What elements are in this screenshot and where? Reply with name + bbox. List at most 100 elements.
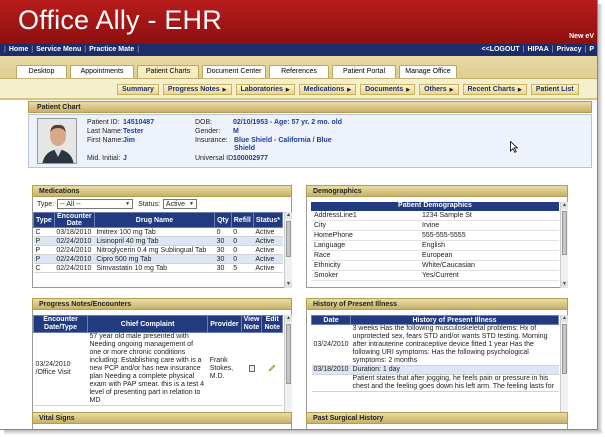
sub-nav-bar: Summary Progress Notes ▶ Laboratories ▶ Me… [0, 78, 597, 98]
medications-header: Medications [32, 185, 292, 197]
tab-patient-portal[interactable]: Patient Portal [332, 65, 396, 78]
scroll-thumb[interactable] [562, 324, 567, 374]
past-surgical-header: Past Surgical History [306, 412, 568, 424]
person-photo-icon [38, 119, 76, 163]
list-item: Race European [311, 251, 559, 261]
tab-manage-office[interactable]: Manage Office [399, 65, 457, 78]
list-item: HomePhone 555-555-5555 [311, 231, 559, 241]
list-item: AddressLine1 1234 Sample St [311, 211, 559, 221]
medications-filter: Type: -- All -- ▼ Status: Active ▼ [37, 199, 197, 209]
patient-first-name: Jim [122, 137, 136, 144]
app-title: Office Ally - EHR [18, 5, 222, 35]
scroll-up-icon[interactable]: ▲ [561, 202, 568, 209]
status-select[interactable]: Active ▼ [162, 199, 197, 209]
tab-references[interactable]: References [269, 65, 329, 78]
hipaa-link[interactable]: HIPAA [527, 46, 548, 53]
patient-dob: 02/10/1953 - Age: 57 yr. 2 mo. old [232, 119, 343, 126]
past-surgical-panel: Past Surgical History [306, 412, 568, 429]
medications-panel: Medications Type: -- All -- ▼ Status: Act… [32, 185, 292, 288]
list-item: Ethnicity White/Caucasian [311, 261, 559, 271]
subnav-laboratories[interactable]: Laboratories ▶ [235, 84, 295, 95]
progress-notes-header: Progress Notes/Encounters [32, 298, 292, 310]
demographics-table-wrap: Patient Demographics AddressLine1 1234 Sa… [311, 202, 568, 288]
hpi-table: Date History of Present Illness 03/24/20… [311, 315, 559, 392]
subnav-patient-list[interactable]: Patient List [530, 84, 579, 95]
patient-mid-initial: J [122, 155, 127, 162]
patient-last-name: Tester [122, 128, 144, 135]
table-row[interactable]: 03/24/2010 3 weeks Has the following mus… [311, 324, 559, 366]
header-note: New eV [569, 33, 594, 40]
type-select[interactable]: -- All -- ▼ [57, 199, 134, 209]
top-nav-left: | Home | Service Menu | Practice Mate | [4, 46, 140, 53]
table-row[interactable]: P 02/24/2010 Nitroglycerin 0.4 mg Sublingu… [33, 245, 283, 255]
p-link[interactable]: P [589, 46, 594, 53]
arrow-right-icon: ▶ [222, 86, 227, 93]
demographics-scrollbar[interactable]: ▲ ▼ [560, 202, 568, 288]
arrow-right-icon: ▶ [449, 86, 454, 93]
sub-nav: Summary Progress Notes ▶ Laboratories ▶ Me… [117, 84, 579, 95]
medications-table: Type Encounter Date Drug Name Qty Refill… [33, 212, 284, 273]
hpi-panel: History of Present Illness Date History … [306, 298, 568, 428]
table-row[interactable]: C 02/24/2010 Simvastatin 10 mg Tab 30 5 Activ… [33, 263, 283, 273]
demographics-table: Patient Demographics AddressLine1 1234 Sa… [311, 202, 559, 281]
scroll-up-icon[interactable]: ▲ [561, 315, 568, 322]
table-row[interactable]: C 03/18/2010 Imitrex 100 mg Tab 0 0 Active [33, 227, 283, 237]
patient-insurance: Blue Shield - California / Blue Shield [234, 137, 332, 152]
table-row[interactable]: 03/18/2010 Duration: 1 day [311, 365, 559, 375]
subnav-summary[interactable]: Summary [117, 84, 159, 95]
nav-home-link[interactable]: Home [9, 46, 28, 53]
privacy-link[interactable]: Privacy [557, 46, 582, 53]
scroll-thumb[interactable] [286, 324, 291, 384]
nav-practice-mate-link[interactable]: Practice Mate [89, 46, 134, 53]
subnav-medications[interactable]: Medications ▶ [298, 84, 357, 95]
chevron-down-icon: ▼ [125, 201, 131, 207]
nav-service-menu-link[interactable]: Service Menu [36, 46, 81, 53]
progress-notes-table: Encounter Date/Type Chief Complaint Prov… [33, 315, 283, 406]
scroll-thumb[interactable] [562, 211, 567, 255]
tab-patient-charts[interactable]: Patient Charts [137, 65, 199, 78]
arrow-right-icon: ▶ [517, 86, 522, 93]
tab-area: Desktop Appointments Patient Charts Docu… [0, 56, 597, 100]
medications-scrollbar[interactable]: ▲ ▼ [284, 212, 292, 288]
subnav-progress-notes[interactable]: Progress Notes ▶ [162, 84, 232, 95]
arrow-right-icon: ▶ [347, 86, 352, 93]
scroll-up-icon[interactable]: ▲ [285, 315, 292, 322]
scroll-up-icon[interactable]: ▲ [285, 212, 292, 219]
table-row[interactable]: 03/24/2010 /Office Visit 57 year old mal… [33, 332, 283, 406]
tab-document-center[interactable]: Document Center [202, 65, 266, 78]
progress-notes-panel: Progress Notes/Encounters Encounter Date… [32, 298, 292, 428]
edit-pencil-icon[interactable] [268, 364, 276, 372]
patient-col-2: DOB: 02/10/1953 - Age: 57 yr. 2 mo. old … [195, 119, 395, 164]
vital-signs-panel: Vital Signs [32, 412, 292, 429]
tab-appointments[interactable]: Appointments [70, 65, 134, 78]
main-tabs: Desktop Appointments Patient Charts Docu… [16, 65, 457, 78]
medications-table-wrap: Type Encounter Date Drug Name Qty Refill… [33, 212, 292, 288]
subnav-recent-charts[interactable]: Recent Charts ▶ [462, 84, 527, 95]
patient-gender: M [232, 128, 239, 135]
patient-col-1: Patient ID: 14510487 Last Name: Tester F… [87, 119, 155, 162]
table-row[interactable]: Patient states that after jogging, he fe… [311, 374, 559, 392]
subnav-documents[interactable]: Documents ▶ [360, 84, 416, 95]
demographics-header: Demographics [306, 185, 568, 197]
subnav-others[interactable]: Others ▶ [419, 84, 459, 95]
view-note-icon[interactable] [248, 364, 255, 372]
patient-info-box: Patient ID: 14510487 Last Name: Tester F… [28, 114, 592, 168]
hpi-header: History of Present Illness [306, 298, 568, 310]
patient-universal-id: 100002977 [232, 155, 268, 162]
arrow-right-icon: ▶ [285, 86, 290, 93]
scroll-down-icon[interactable]: ▼ [285, 281, 292, 288]
top-nav-right: <<LOGOUT | HIPAA | Privacy | P [481, 46, 594, 53]
chevron-down-icon: ▼ [188, 201, 194, 207]
logout-link[interactable]: <<LOGOUT [482, 46, 520, 53]
patient-chart-header: Patient Chart [28, 101, 592, 113]
demographics-panel: Demographics Patient Demographics Addres… [306, 185, 568, 288]
table-row[interactable]: P 02/24/2010 Lisinopril 40 mg Tab 30 0 Active [33, 236, 283, 246]
tab-desktop[interactable]: Desktop [16, 65, 67, 78]
list-item: City Irvine [311, 221, 559, 231]
table-row[interactable]: P 02/24/2010 Cipro 500 mg Tab 30 0 Active [33, 254, 283, 264]
arrow-right-icon: ▶ [406, 86, 411, 93]
top-nav: | Home | Service Menu | Practice Mate | … [0, 44, 597, 56]
scroll-thumb[interactable] [286, 221, 291, 257]
list-item: Language English [311, 241, 559, 251]
scroll-down-icon[interactable]: ▼ [561, 281, 568, 288]
